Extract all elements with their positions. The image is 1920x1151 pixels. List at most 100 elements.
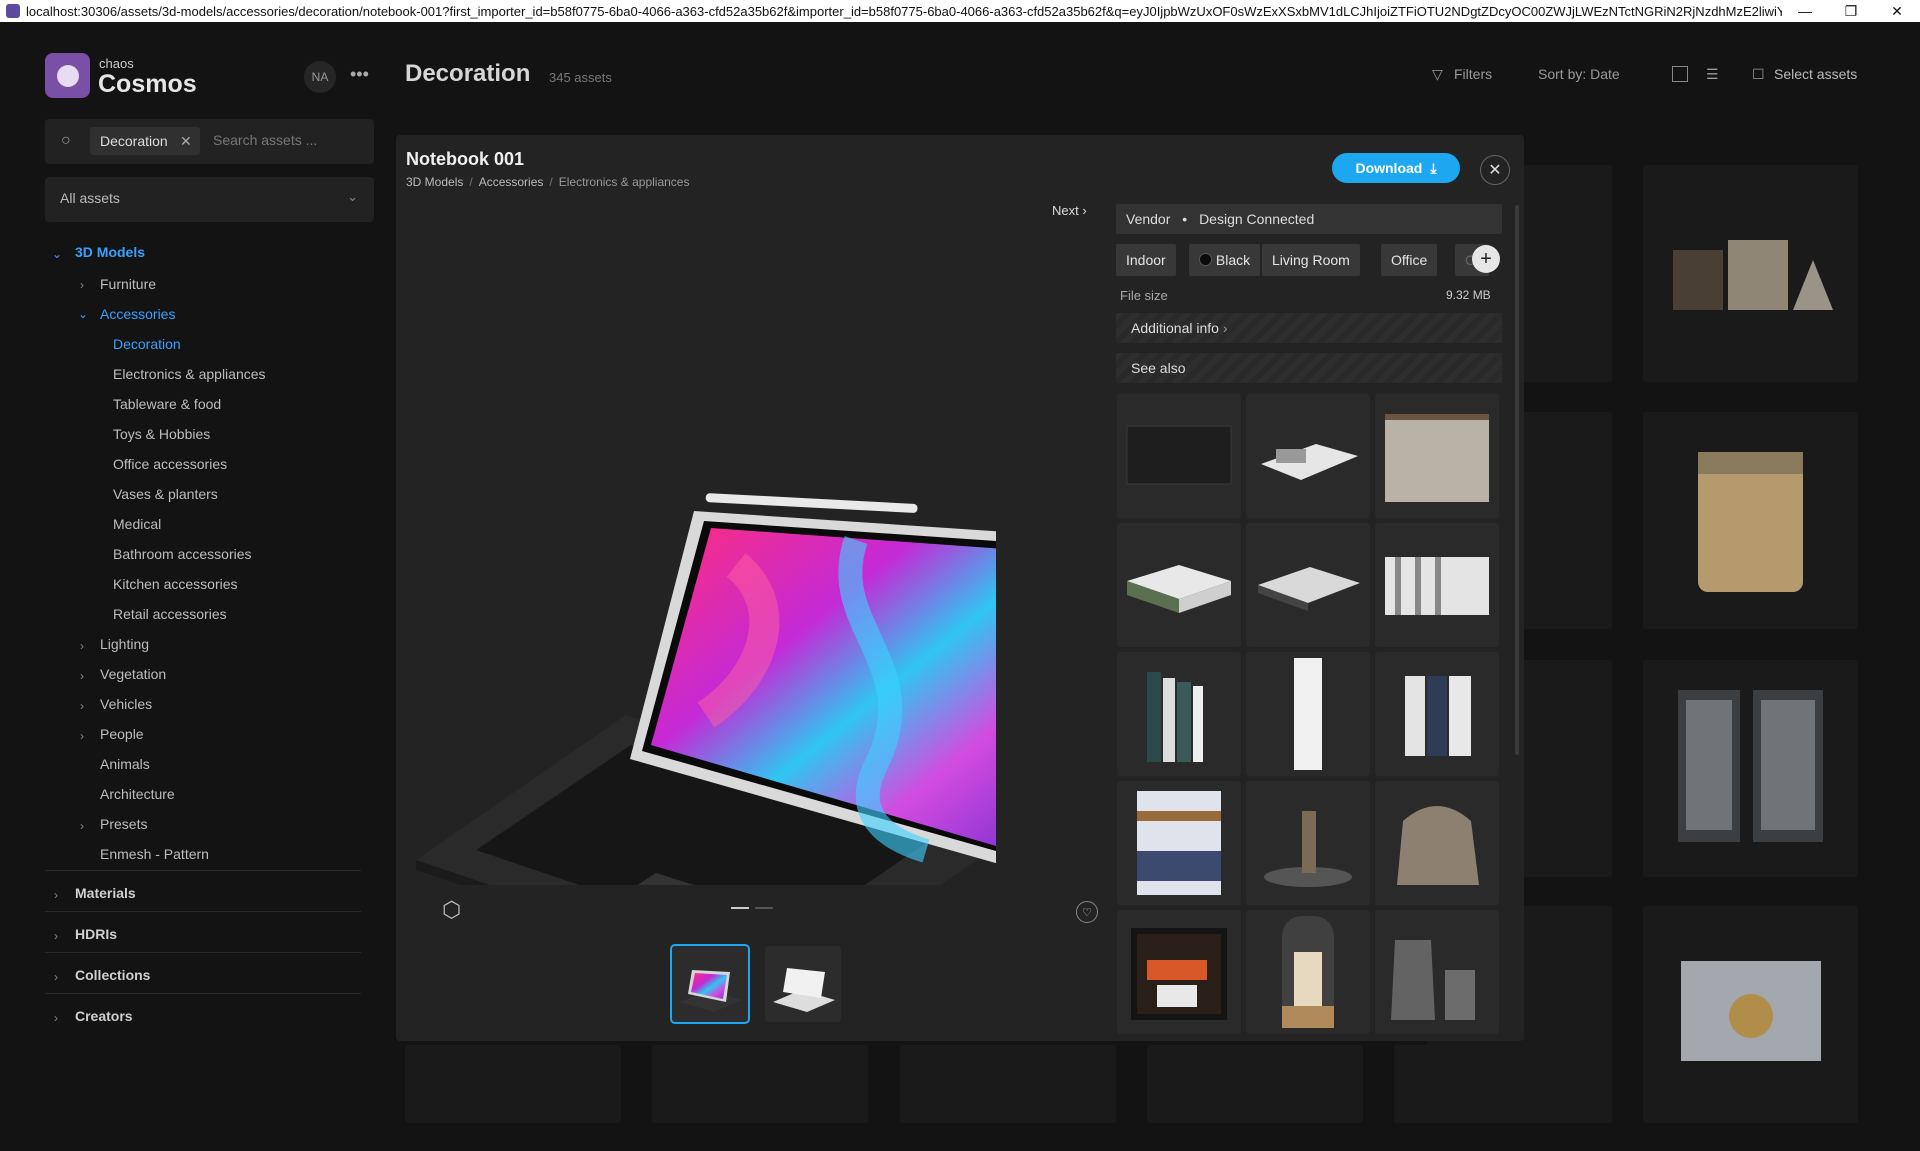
asset-card[interactable] [1643, 906, 1858, 1123]
chevron-right-icon[interactable]: › [80, 729, 84, 743]
search-input[interactable]: Search assets ... [213, 132, 317, 148]
asset-card[interactable] [652, 1045, 868, 1123]
tree-item-animals[interactable]: Animals [100, 756, 150, 772]
carousel-dot[interactable] [731, 907, 749, 909]
chip-remove-icon[interactable]: ✕ [180, 127, 192, 155]
preview-thumbnail[interactable] [765, 946, 841, 1022]
carousel-dot[interactable] [755, 907, 773, 909]
breadcrumb-item[interactable]: Electronics & appliances [559, 175, 690, 189]
tag-indoor[interactable]: Indoor [1116, 244, 1176, 276]
related-asset[interactable] [1375, 781, 1499, 905]
tag-office[interactable]: Office [1381, 244, 1438, 276]
close-window-icon[interactable]: ✕ [1874, 3, 1920, 20]
related-asset[interactable] [1117, 910, 1241, 1034]
filter-icon[interactable]: ▽ [1432, 66, 1443, 83]
download-button[interactable]: Download ⤓ [1332, 153, 1460, 183]
tree-sub-electronics[interactable]: Electronics & appliances [113, 366, 266, 382]
related-asset[interactable] [1246, 910, 1370, 1034]
chevron-right-icon[interactable]: › [54, 888, 58, 902]
search-chip[interactable]: Decoration ✕ [90, 127, 200, 155]
preview-thumbnail[interactable] [670, 944, 750, 1024]
filters-button[interactable]: Filters [1454, 66, 1492, 82]
sort-dropdown[interactable]: Sort by: Date [1538, 66, 1620, 82]
additional-info-toggle[interactable]: Additional info › [1116, 313, 1502, 343]
tree-sub-medical[interactable]: Medical [113, 516, 161, 532]
select-assets-button[interactable]: Select assets [1774, 66, 1857, 82]
tag-black[interactable]: Black [1189, 244, 1261, 276]
related-asset[interactable] [1246, 394, 1370, 518]
vendor-field[interactable]: Vendor • Design Connected [1116, 204, 1502, 234]
chevron-right-icon[interactable]: › [54, 929, 58, 943]
tag-living-room[interactable]: Living Room [1262, 244, 1360, 276]
add-tag-icon[interactable]: + [1472, 245, 1500, 273]
related-asset[interactable] [1246, 781, 1370, 905]
tree-root[interactable]: 3D Models [75, 244, 145, 260]
related-asset[interactable] [1117, 781, 1241, 905]
tree-item-accessories[interactable]: Accessories [100, 306, 175, 322]
related-asset[interactable] [1375, 652, 1499, 776]
related-asset[interactable] [1117, 394, 1241, 518]
tree-item-people[interactable]: People [100, 726, 144, 742]
tree-sub-toys[interactable]: Toys & Hobbies [113, 426, 210, 442]
tree-item-vegetation[interactable]: Vegetation [100, 666, 166, 682]
next-button[interactable]: Next › [1052, 203, 1087, 218]
tree-item-enmesh[interactable]: Enmesh - Pattern [100, 846, 209, 862]
tree-sub-vases[interactable]: Vases & planters [113, 486, 218, 502]
asset-preview-image[interactable] [406, 245, 996, 885]
see-also-header[interactable]: See also [1116, 353, 1502, 383]
section-collections[interactable]: Collections [75, 967, 150, 983]
related-asset[interactable] [1375, 523, 1499, 647]
tree-item-presets[interactable]: Presets [100, 816, 147, 832]
chevron-right-icon[interactable]: › [80, 819, 84, 833]
3d-view-icon[interactable]: ⬡ [442, 897, 461, 923]
section-creators[interactable]: Creators [75, 1008, 133, 1024]
tree-item-lighting[interactable]: Lighting [100, 636, 149, 652]
section-materials[interactable]: Materials [75, 885, 136, 901]
checkbox-icon[interactable]: ☐ [1752, 66, 1765, 83]
asset-filter-select[interactable]: All assets ⌄ [45, 177, 374, 222]
tree-sub-office[interactable]: Office accessories [113, 456, 227, 472]
tree-sub-decoration[interactable]: Decoration [113, 336, 181, 352]
chevron-down-icon[interactable]: ⌄ [52, 247, 62, 261]
asset-card[interactable] [1147, 1045, 1363, 1123]
tree-item-vehicles[interactable]: Vehicles [100, 696, 152, 712]
list-view-icon[interactable]: ☰ [1706, 66, 1719, 83]
asset-card[interactable] [405, 1045, 621, 1123]
cosmos-logo-icon[interactable] [45, 53, 90, 98]
related-asset[interactable] [1375, 910, 1499, 1034]
related-asset[interactable] [1246, 652, 1370, 776]
chevron-right-icon[interactable]: › [80, 669, 84, 683]
breadcrumb-item[interactable]: 3D Models [406, 175, 463, 189]
asset-card[interactable] [1643, 165, 1858, 382]
more-icon[interactable]: ••• [350, 64, 369, 85]
tree-sub-kitchen[interactable]: Kitchen accessories [113, 576, 238, 592]
favorite-icon[interactable]: ♡ [1076, 901, 1098, 923]
tree-sub-retail[interactable]: Retail accessories [113, 606, 227, 622]
breadcrumb-item[interactable]: Accessories [479, 175, 544, 189]
chevron-right-icon[interactable]: › [54, 970, 58, 984]
chevron-right-icon[interactable]: › [80, 699, 84, 713]
related-asset[interactable] [1117, 652, 1241, 776]
asset-card[interactable] [1643, 412, 1858, 629]
minimize-icon[interactable]: — [1782, 3, 1828, 19]
related-asset[interactable] [1246, 523, 1370, 647]
address-url[interactable]: localhost:30306/assets/3d-models/accesso… [26, 4, 1782, 19]
asset-card[interactable] [1394, 1045, 1610, 1123]
tree-item-architecture[interactable]: Architecture [100, 786, 175, 802]
asset-card[interactable] [1643, 660, 1858, 877]
chevron-right-icon[interactable]: › [80, 278, 84, 292]
restore-icon[interactable]: ❐ [1828, 3, 1874, 20]
tree-sub-tableware[interactable]: Tableware & food [113, 396, 221, 412]
avatar[interactable]: NA [304, 61, 336, 93]
search-box[interactable]: ○ Decoration ✕ Search assets ... [45, 119, 374, 164]
grid-view-icon[interactable] [1672, 66, 1688, 82]
section-hdris[interactable]: HDRIs [75, 926, 117, 942]
close-icon[interactable]: ✕ [1480, 155, 1510, 185]
related-asset[interactable] [1375, 394, 1499, 518]
chevron-right-icon[interactable]: › [54, 1011, 58, 1025]
asset-card[interactable] [900, 1045, 1116, 1123]
chevron-right-icon[interactable]: › [80, 639, 84, 653]
related-asset[interactable] [1117, 523, 1241, 647]
tree-sub-bathroom[interactable]: Bathroom accessories [113, 546, 252, 562]
scrollbar[interactable] [1515, 205, 1519, 755]
